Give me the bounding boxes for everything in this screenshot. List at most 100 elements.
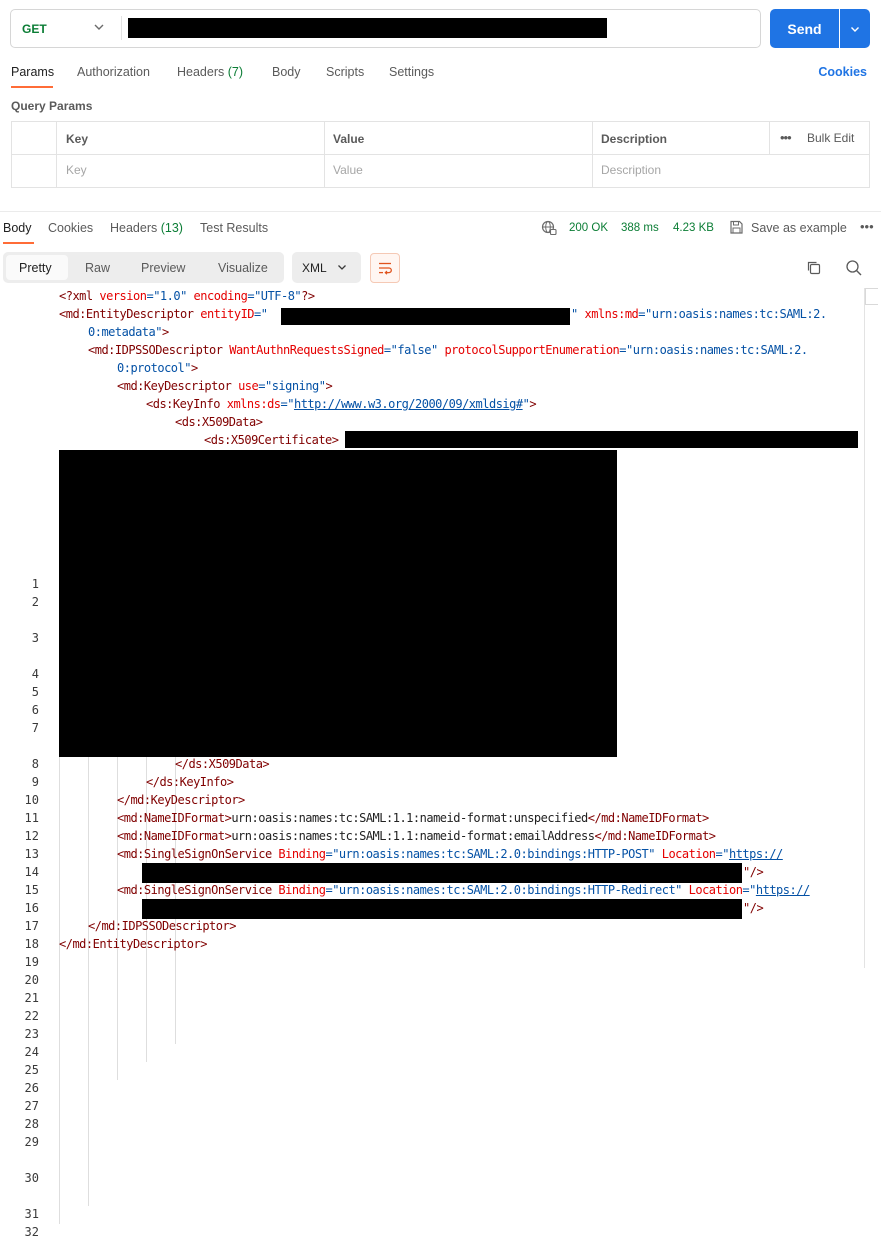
code-token: ="urn:oasis:names:tc:SAML:2. [619,343,808,357]
code-token: "/> [743,901,764,915]
tab-response-headers-label: Headers [110,221,158,235]
code-token: <ds:KeyInfo [146,397,220,411]
method-select[interactable]: GET [22,22,47,36]
save-icon[interactable] [729,220,744,235]
tab-authorization[interactable]: Authorization [77,65,150,79]
code-token: ="signing" [258,379,326,393]
code-line: <md:NameIDFormat>urn:oasis:names:tc:SAML… [117,829,716,843]
redacted-url [142,899,742,919]
code-line: "/> [743,901,764,915]
line-number: 16 [24,901,39,915]
view-preview[interactable]: Preview [141,261,185,275]
response-size[interactable]: 4.23 KB [673,222,714,234]
code-token: Binding [278,883,326,897]
send-button[interactable]: Send [770,9,839,48]
code-token: ?> [301,289,315,303]
line-number: 5 [31,685,39,699]
location-link[interactable]: https:// [756,883,810,897]
code-line: 0:metadata"> [88,325,169,339]
view-raw[interactable]: Raw [85,261,110,275]
search-icon[interactable] [845,259,863,277]
editor-scrollbar[interactable] [864,288,865,968]
tab-test-results[interactable]: Test Results [200,221,268,235]
line-number: 19 [24,955,39,969]
send-options-button[interactable] [840,9,870,48]
tab-response-cookies[interactable]: Cookies [48,221,93,235]
code-token: "/> [743,865,764,879]
url-divider [121,16,122,40]
code-line: </md:IDPSSODescriptor> [88,919,236,933]
tab-headers-count: (7) [227,65,244,79]
code-line: <md:NameIDFormat>urn:oasis:names:tc:SAML… [117,811,709,825]
save-as-example-button[interactable]: Save as example [751,221,847,235]
key-input[interactable]: Key [66,163,87,177]
code-token: <md:IDPSSODescriptor [88,343,223,357]
wrap-lines-button[interactable] [370,253,400,283]
code-token: ="urn:oasis:names:tc:SAML:2.0:bindings:H… [325,883,682,897]
line-number: 30 [24,1171,39,1185]
code-token: =" [280,397,295,411]
view-visualize[interactable]: Visualize [218,261,268,275]
code-token: <md:SingleSignOnService [117,847,272,861]
column-header-value: Value [333,132,365,146]
line-number: 11 [24,811,39,825]
code-token: encoding [193,289,248,303]
status-code[interactable]: 200 OK [569,222,608,234]
editor-minimap-marker [865,288,878,305]
code-token: <? [59,289,73,303]
description-input[interactable]: Description [601,163,661,177]
tab-params[interactable]: Params [11,65,54,79]
code-token: <md:KeyDescriptor [117,379,232,393]
tab-response-headers[interactable]: Headers (13) [110,221,183,235]
line-number: 18 [24,937,39,951]
line-number: 14 [24,865,39,879]
value-input[interactable]: Value [333,163,363,177]
globe-network-icon[interactable] [541,220,557,236]
line-number: 22 [24,1009,39,1023]
code-token: ="false" [383,343,438,357]
code-line: <md:IDPSSODescriptor WantAuthnRequestsSi… [88,343,808,357]
redacted-certificate-block [59,450,617,757]
line-number: 25 [24,1063,39,1077]
response-time[interactable]: 388 ms [621,222,659,234]
line-number: 28 [24,1117,39,1131]
table-divider [769,122,770,154]
code-token: </md:NameIDFormat> [587,811,710,825]
code-token: protocolSupportEnumeration [444,343,620,357]
line-number: 17 [24,919,39,933]
code-token: urn:oasis:names:tc:SAML:1.1:nameid-forma… [231,829,595,843]
cookies-link[interactable]: Cookies [818,65,867,79]
line-number: 27 [24,1099,39,1113]
more-options-icon[interactable]: ••• [860,219,874,234]
tab-response-body[interactable]: Body [3,221,32,235]
tab-headers[interactable]: Headers (7) [177,65,243,79]
code-token: Binding [278,847,326,861]
chevron-down-icon[interactable] [92,20,106,34]
format-label: XML [302,261,327,275]
redacted-value [281,308,570,325]
code-token: =" [254,307,268,321]
pane-divider[interactable] [0,211,881,212]
line-number: 8 [31,757,39,771]
table-divider [324,122,325,187]
copy-icon[interactable] [805,259,823,277]
tab-settings[interactable]: Settings [389,65,434,79]
code-token: "UTF-8" [254,289,302,303]
query-params-title: Query Params [11,99,93,113]
wrap-lines-icon [379,262,392,275]
line-number: 2 [31,595,39,609]
code-line: <?xml version="1.0" encoding="UTF-8"?> [59,289,315,303]
more-options-icon[interactable]: ••• [780,130,792,145]
code-line: "/> [743,865,764,879]
line-number: 6 [31,703,39,717]
url-input[interactable] [128,18,607,38]
code-token: 0:metadata" [88,325,162,339]
tab-scripts[interactable]: Scripts [326,65,364,79]
bulk-edit-button[interactable]: Bulk Edit [807,131,854,145]
view-pretty[interactable]: Pretty [19,261,52,275]
tab-body[interactable]: Body [272,65,301,79]
namespace-link[interactable]: http://www.w3.org/2000/09/xmldsig# [294,397,523,411]
redacted-certificate [345,431,858,448]
code-token: xml [72,289,93,303]
location-link[interactable]: https:// [729,847,783,861]
